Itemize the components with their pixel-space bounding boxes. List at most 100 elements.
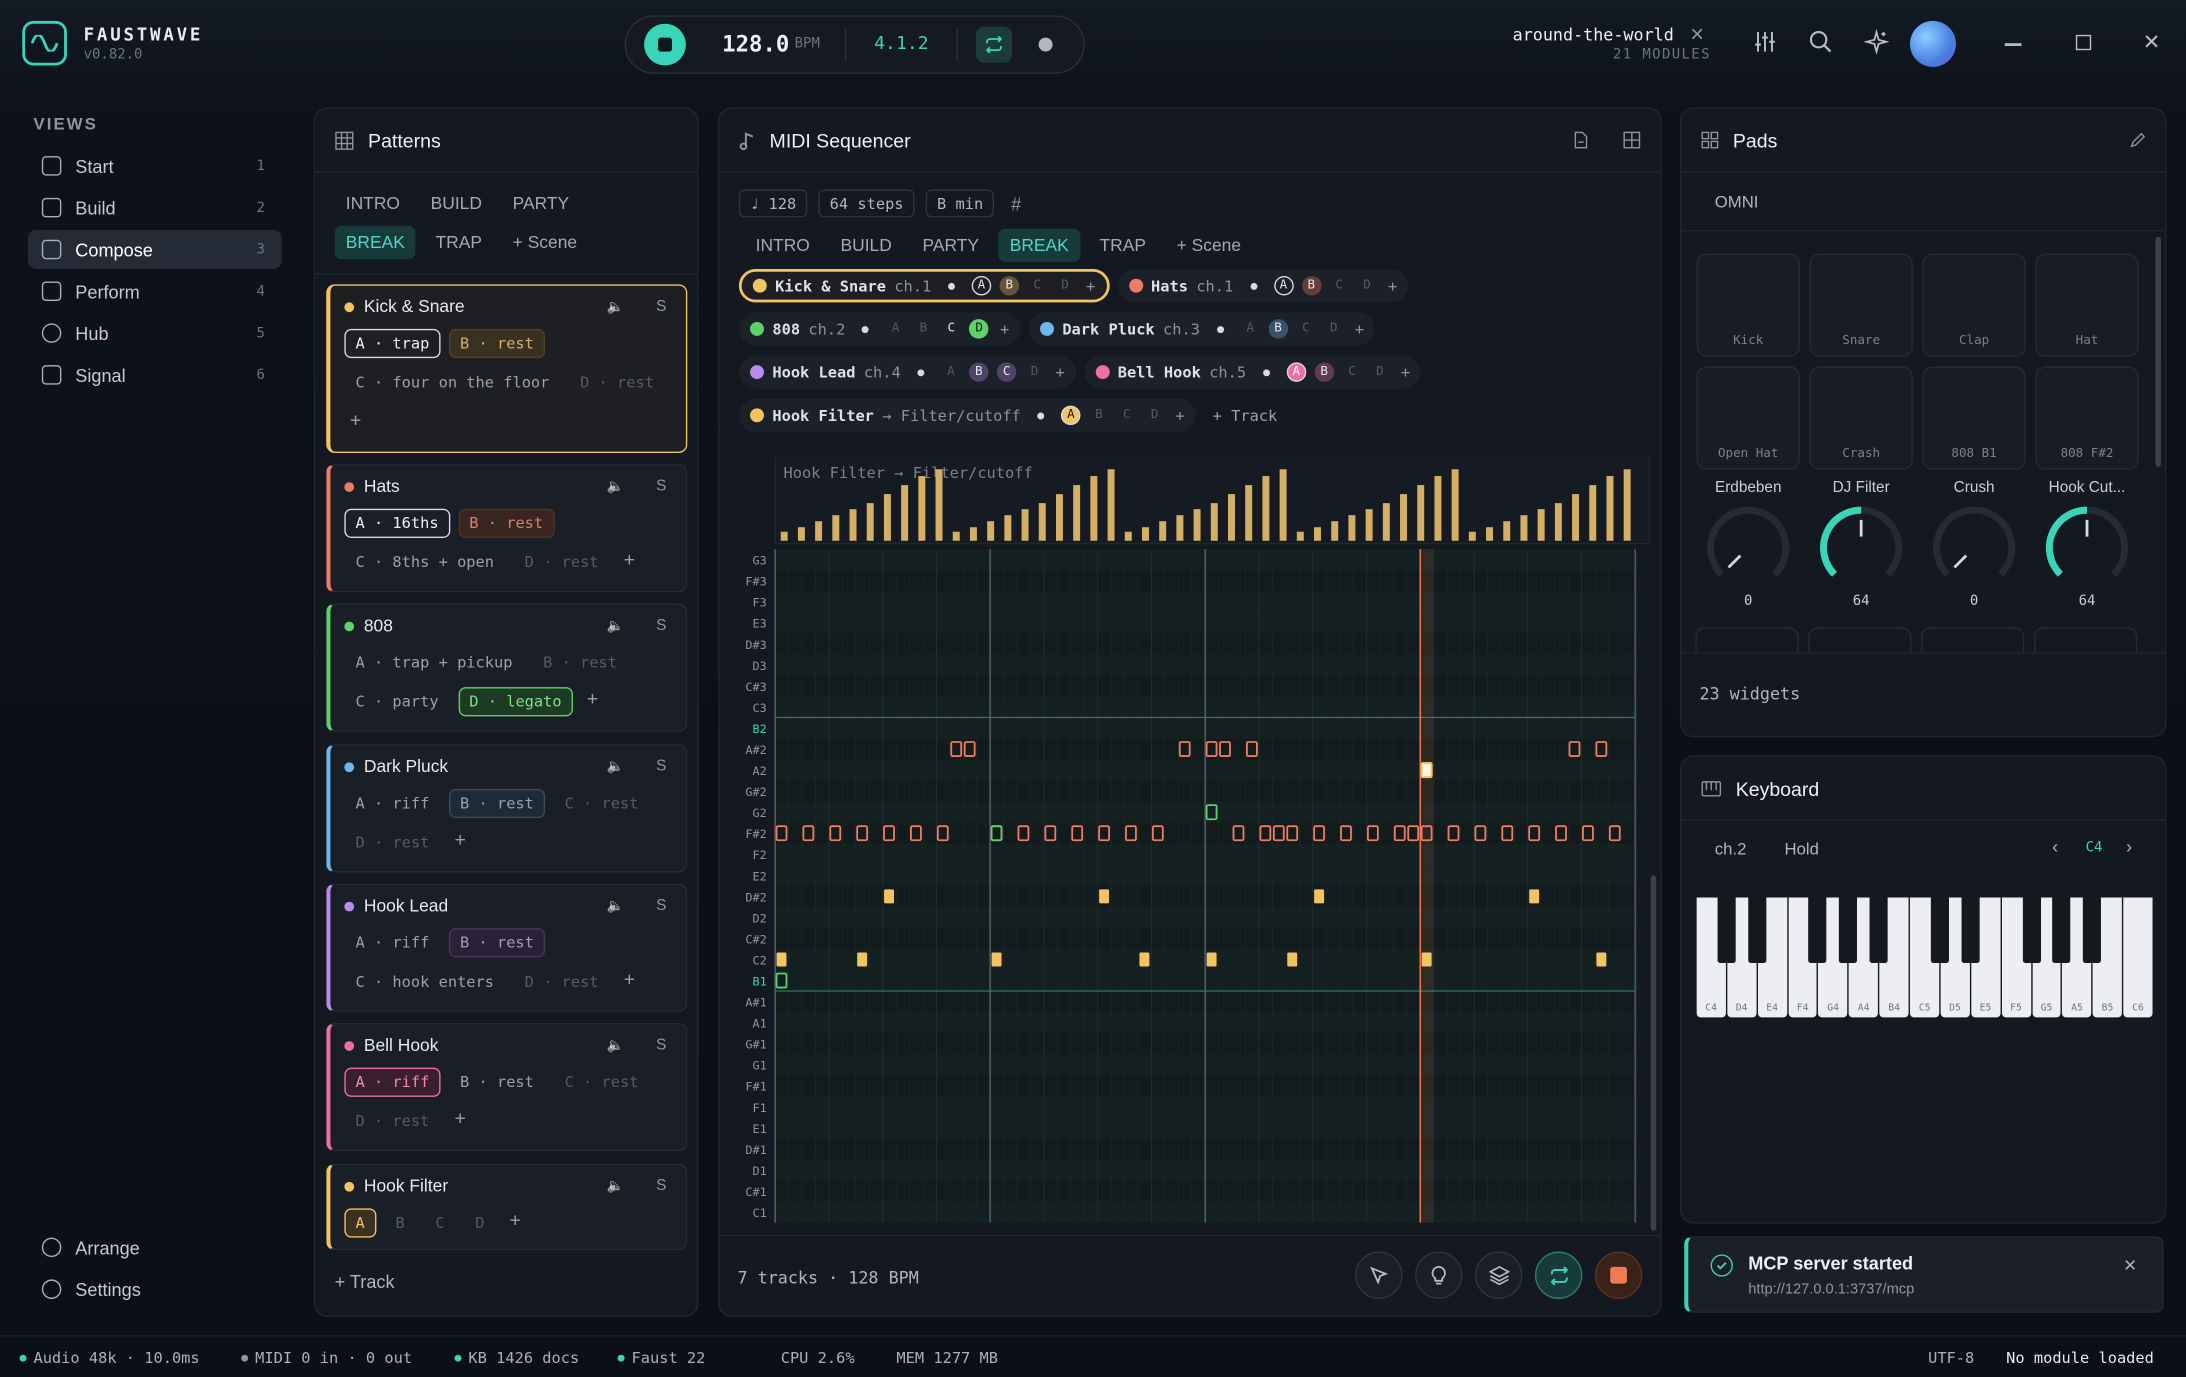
note[interactable]: [1287, 952, 1298, 967]
keyboard-channel[interactable]: ch.2: [1715, 839, 1747, 859]
track-slot[interactable]: B: [999, 275, 1020, 296]
track-slot[interactable]: B: [1314, 362, 1334, 382]
automation-bar[interactable]: [1348, 515, 1356, 541]
automation-bar[interactable]: [901, 485, 909, 541]
add-slot-button[interactable]: +: [449, 1107, 472, 1136]
black-key[interactable]: [1930, 897, 1949, 964]
pattern-slot[interactable]: C · rest: [553, 1068, 649, 1097]
record-button[interactable]: [1038, 37, 1053, 52]
black-key[interactable]: [1717, 897, 1736, 964]
user-avatar[interactable]: [1909, 20, 1956, 67]
track-slot[interactable]: A: [1286, 362, 1307, 382]
solo-button[interactable]: S: [656, 617, 666, 634]
automation-bar[interactable]: [1434, 476, 1442, 541]
pattern-slot[interactable]: A: [344, 1208, 376, 1238]
note[interactable]: [1596, 952, 1607, 967]
automation-bar[interactable]: [832, 515, 840, 541]
automation-bar[interactable]: [1124, 531, 1132, 541]
track-slot[interactable]: C: [1117, 406, 1137, 426]
pattern-slot[interactable]: C · four on the floor: [344, 368, 560, 397]
track-pill[interactable]: Hook Filter → Filter/cutoff A B C D +: [738, 398, 1196, 433]
add-scene-button[interactable]: + Scene: [502, 226, 589, 259]
automation-bar[interactable]: [1176, 515, 1184, 541]
note[interactable]: [776, 952, 787, 967]
automation-bar[interactable]: [918, 476, 926, 541]
automation-bar[interactable]: [1021, 509, 1029, 541]
knob[interactable]: [2044, 505, 2130, 591]
pattern-slot[interactable]: D · rest: [514, 967, 610, 996]
automation-bar[interactable]: [1038, 503, 1046, 541]
play-stop-button[interactable]: [644, 23, 686, 66]
search-icon[interactable]: [1808, 29, 1833, 54]
pattern-card[interactable]: 808 🔈 S A · trap + pickup B · rest C · party D…: [326, 603, 688, 732]
track-slot[interactable]: B: [1268, 319, 1288, 339]
automation-bar[interactable]: [1228, 494, 1235, 541]
automation-bar[interactable]: [1141, 527, 1149, 541]
sidebar-item-build[interactable]: Build 2: [28, 188, 282, 227]
speaker-icon[interactable]: 🔈: [607, 479, 624, 494]
pattern-card[interactable]: Hook Lead 🔈 S A · riff B · rest C · hook ente…: [326, 883, 688, 1012]
scene-tab-trap[interactable]: TRAP: [1088, 229, 1157, 262]
pattern-slot[interactable]: C · 8ths + open: [344, 548, 505, 577]
automation-bar[interactable]: [849, 509, 857, 541]
pattern-slot[interactable]: C · hook enters: [344, 967, 505, 996]
add-slot-button[interactable]: +: [1388, 277, 1397, 295]
hold-toggle[interactable]: Hold: [1784, 839, 1818, 859]
scene-tab-party[interactable]: PARTY: [911, 229, 990, 262]
add-slot-button[interactable]: +: [449, 828, 472, 857]
note[interactable]: [1099, 889, 1110, 904]
tempo-chip[interactable]: ♩ 128: [738, 189, 808, 218]
track-slot[interactable]: C: [1296, 319, 1316, 339]
add-slot-button[interactable]: +: [1355, 320, 1364, 338]
scene-tab-build[interactable]: BUILD: [829, 229, 903, 262]
solo-button[interactable]: S: [656, 1037, 666, 1054]
sidebar-item-start[interactable]: Start 1: [28, 146, 282, 185]
add-slot-button[interactable]: +: [1401, 363, 1410, 381]
automation-bar[interactable]: [987, 521, 995, 541]
sparkle-icon[interactable]: [1863, 29, 1890, 55]
automation-bar[interactable]: [1503, 521, 1511, 541]
automation-bar[interactable]: [1245, 485, 1253, 541]
automation-bar[interactable]: [1314, 527, 1321, 541]
note[interactable]: [1139, 952, 1150, 967]
automation-bar[interactable]: [1055, 494, 1063, 541]
pattern-slot[interactable]: C · party: [344, 687, 449, 716]
automation-bar[interactable]: [1486, 527, 1494, 541]
track-pill[interactable]: Hook Lead ch.4 A B C D +: [738, 355, 1076, 389]
scene-tab-build[interactable]: BUILD: [419, 187, 493, 220]
add-track-button[interactable]: + Track: [335, 1271, 395, 1292]
track-pill[interactable]: Dark Pluck ch.3 A B C D +: [1028, 312, 1376, 346]
pattern-slot[interactable]: A · 16ths: [344, 508, 450, 538]
loop-button[interactable]: [1534, 1251, 1583, 1299]
add-slot-button[interactable]: +: [504, 1208, 527, 1237]
sidebar-item-hub[interactable]: Hub 5: [28, 314, 282, 353]
close-project-icon[interactable]: ✕: [1690, 24, 1705, 46]
automation-bar[interactable]: [1520, 515, 1528, 541]
automation-bar[interactable]: [866, 503, 874, 541]
solo-button[interactable]: S: [656, 478, 666, 495]
track-slot[interactable]: D: [969, 319, 989, 339]
hint-button[interactable]: [1415, 1251, 1463, 1299]
speaker-icon[interactable]: 🔈: [607, 1038, 624, 1053]
track-slot[interactable]: D: [1324, 319, 1344, 339]
black-key[interactable]: [1839, 897, 1858, 964]
track-slot[interactable]: B: [1089, 406, 1109, 426]
scene-tab-trap[interactable]: TRAP: [424, 226, 493, 259]
drum-pad[interactable]: 808 B1: [1922, 366, 2026, 470]
black-key[interactable]: [2083, 897, 2102, 964]
pattern-slot[interactable]: C: [424, 1208, 456, 1237]
knob[interactable]: [1818, 505, 1904, 591]
toast-close-icon[interactable]: ✕: [2123, 1256, 2137, 1276]
solo-button[interactable]: S: [656, 758, 666, 775]
automation-bar[interactable]: [1451, 469, 1459, 541]
add-slot-button[interactable]: +: [1000, 320, 1009, 338]
automation-bar[interactable]: [1331, 521, 1339, 541]
add-track-button[interactable]: + Track: [1213, 399, 1278, 432]
grid-view-icon[interactable]: [1623, 131, 1641, 149]
piano-keys[interactable]: C4 D4 E4 F4 G4 A4 B4 C5 D5 E5 F5 G5 A5 B5 C6: [1696, 897, 2154, 1018]
pattern-slot[interactable]: A · riff: [344, 789, 440, 818]
automation-bar[interactable]: [952, 531, 960, 541]
track-pill[interactable]: Kick & Snare ch.1 A B C D +: [738, 268, 1110, 303]
pattern-slot[interactable]: A · trap + pickup: [344, 648, 523, 677]
drum-pad[interactable]: Hat: [2035, 253, 2139, 357]
